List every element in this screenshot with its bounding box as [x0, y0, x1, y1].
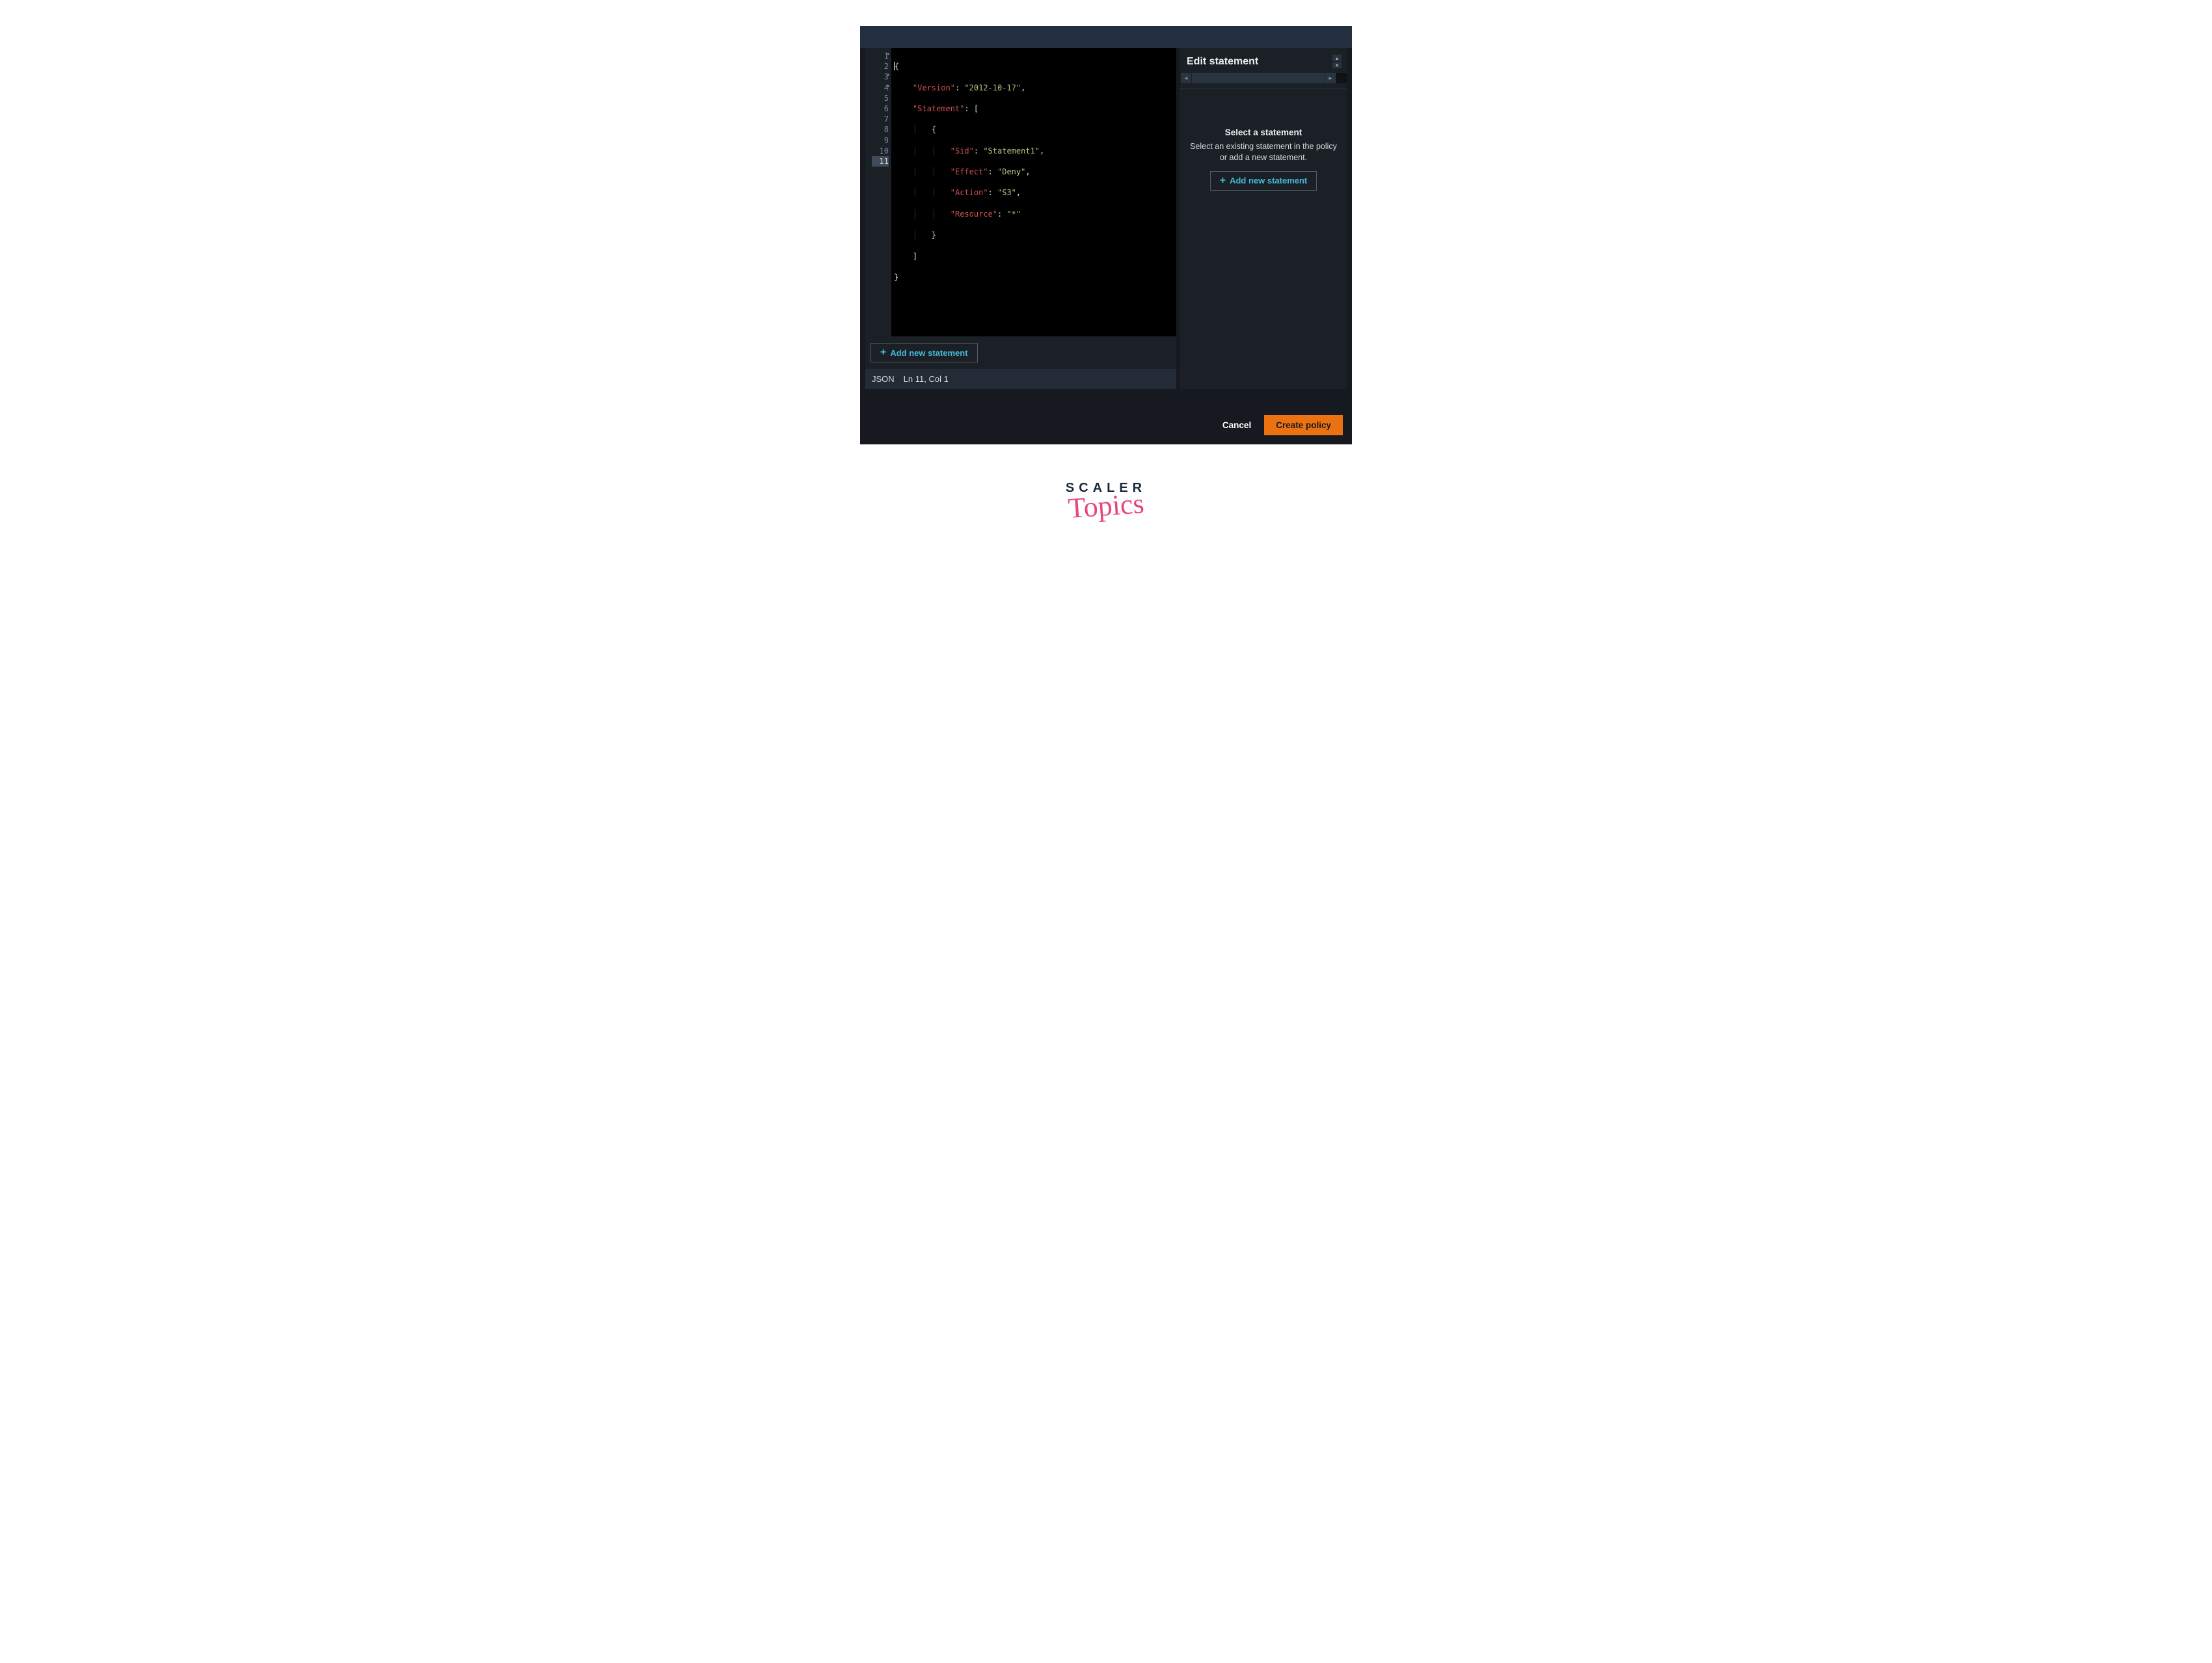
- add-new-statement-button[interactable]: + Add new statement: [870, 343, 978, 362]
- json-key: "Version": [913, 83, 955, 92]
- edit-statement-panel: Edit statement ▴ ▾ ◂ ▸ Select a statemen…: [1180, 48, 1347, 389]
- scroll-corner: [1336, 73, 1347, 83]
- editor-toolbar-below: + Add new statement: [865, 336, 1176, 369]
- json-key: "Effect": [951, 167, 988, 176]
- button-label: Add new statement: [890, 348, 967, 358]
- statement-nav-scrollbar[interactable]: ◂ ▸: [1180, 72, 1347, 84]
- side-panel-header: Edit statement ▴ ▾: [1180, 48, 1347, 68]
- line-number: 7: [872, 114, 889, 124]
- scaler-topics-logo: SCALER Topics: [1066, 481, 1146, 522]
- policy-editor-window: 1▾ 2 3▾ 4▾ 5 6 7 8 9 10 11 { "Version": …: [860, 26, 1352, 444]
- chevron-down-icon[interactable]: ▾: [1332, 62, 1342, 68]
- json-key: "Statement": [913, 104, 964, 113]
- plus-icon: +: [1220, 176, 1226, 186]
- logo-line-2: Topics: [1064, 487, 1147, 526]
- chevron-left-icon[interactable]: ◂: [1181, 73, 1191, 83]
- create-policy-button[interactable]: Create policy: [1264, 415, 1343, 435]
- line-number: 5: [872, 93, 889, 103]
- json-value: "Statement1": [983, 146, 1040, 155]
- status-mode: JSON: [872, 374, 895, 384]
- line-number: 6: [872, 103, 889, 114]
- json-key: "Resource": [951, 210, 997, 219]
- plus-icon: +: [880, 347, 886, 358]
- stepper-control[interactable]: ▴ ▾: [1332, 55, 1342, 68]
- line-number: 4▾: [872, 83, 889, 93]
- line-number: 10: [872, 146, 889, 156]
- line-number-gutter: 1▾ 2 3▾ 4▾ 5 6 7 8 9 10 11: [865, 48, 891, 336]
- editor-status-bar: JSON Ln 11, Col 1: [865, 369, 1176, 389]
- dialog-footer: Cancel Create policy: [860, 389, 1352, 444]
- scroll-track[interactable]: [1192, 73, 1325, 83]
- json-value: "*": [1006, 210, 1021, 219]
- side-panel-body: Select a statement Select an existing st…: [1180, 88, 1347, 389]
- window-header-strip: [860, 26, 1352, 48]
- code-content[interactable]: { "Version": "2012-10-17", "Statement": …: [891, 48, 1176, 336]
- chevron-right-icon[interactable]: ▸: [1325, 73, 1336, 83]
- line-number: 2: [872, 61, 889, 72]
- empty-state-title: Select a statement: [1225, 128, 1302, 137]
- chevron-up-icon[interactable]: ▴: [1332, 55, 1342, 61]
- cancel-button[interactable]: Cancel: [1219, 415, 1255, 435]
- side-panel-title: Edit statement: [1187, 56, 1258, 68]
- json-key: "Sid": [951, 146, 974, 155]
- line-number: 1▾: [872, 51, 889, 61]
- json-editor[interactable]: 1▾ 2 3▾ 4▾ 5 6 7 8 9 10 11 { "Version": …: [865, 48, 1176, 336]
- add-new-statement-button-side[interactable]: + Add new statement: [1210, 171, 1317, 191]
- line-number: 8: [872, 124, 889, 135]
- status-cursor-position: Ln 11, Col 1: [904, 374, 949, 384]
- button-label: Add new statement: [1230, 176, 1307, 185]
- code-panel: 1▾ 2 3▾ 4▾ 5 6 7 8 9 10 11 { "Version": …: [865, 48, 1176, 389]
- line-number: 11: [872, 156, 889, 167]
- empty-state-description: Select an existing statement in the poli…: [1189, 141, 1338, 163]
- editor-area: 1▾ 2 3▾ 4▾ 5 6 7 8 9 10 11 { "Version": …: [860, 48, 1352, 389]
- json-value: "Deny": [997, 167, 1025, 176]
- line-number: 9: [872, 135, 889, 146]
- line-number: 3▾: [872, 72, 889, 82]
- json-value: "S3": [997, 188, 1016, 197]
- json-key: "Action": [951, 188, 988, 197]
- json-value: "2012-10-17": [964, 83, 1021, 92]
